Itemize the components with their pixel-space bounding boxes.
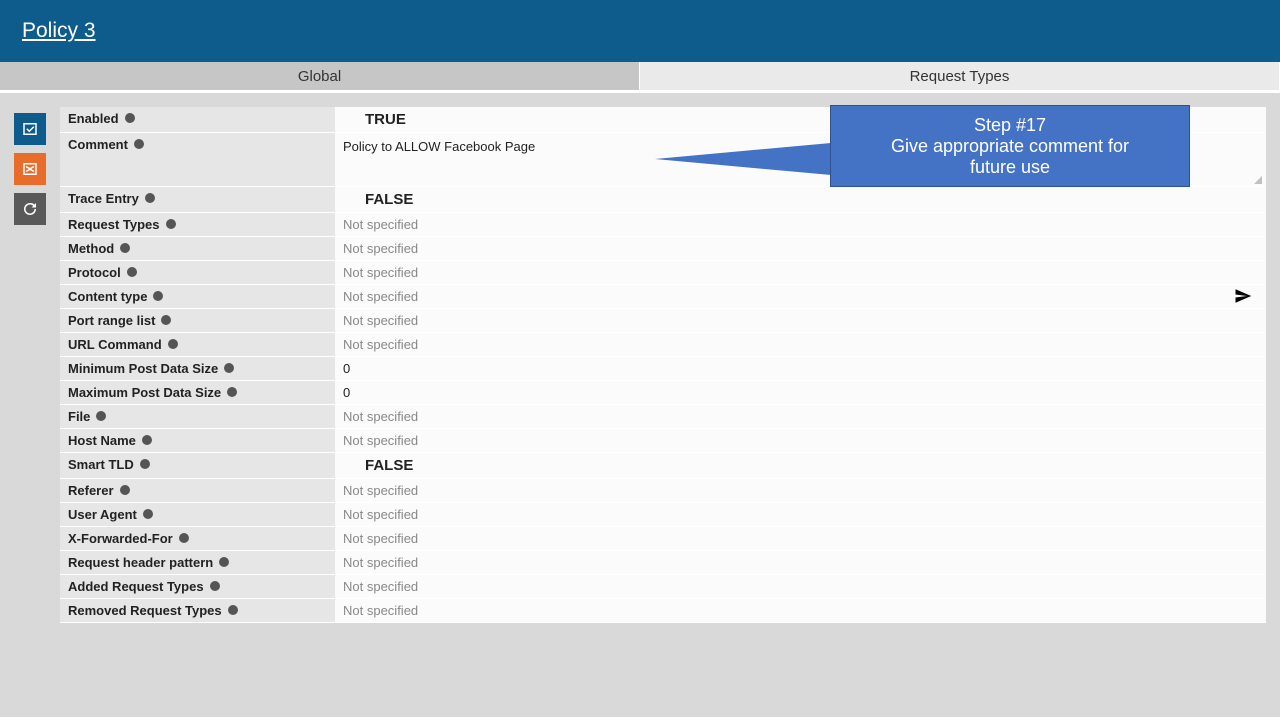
undo-button[interactable] [14, 193, 46, 225]
help-icon[interactable] [227, 387, 237, 397]
label-protocol: Protocol [60, 261, 335, 284]
tab-global[interactable]: Global [0, 62, 640, 90]
label-url-command: URL Command [60, 333, 335, 356]
undo-icon [21, 200, 39, 218]
callout-pointer [655, 143, 831, 175]
row-user-agent: User AgentNot specified [60, 503, 1266, 527]
label-request-types: Request Types [60, 213, 335, 236]
help-icon[interactable] [96, 411, 106, 421]
check-icon [21, 120, 39, 138]
row-x-forwarded-for: X-Forwarded-ForNot specified [60, 527, 1266, 551]
help-icon[interactable] [127, 267, 137, 277]
label-removed-req-types: Removed Request Types [60, 599, 335, 622]
value-max-post[interactable]: 0 [335, 381, 1266, 404]
row-host-name: Host NameNot specified [60, 429, 1266, 453]
resize-grip-icon[interactable] [1252, 174, 1262, 184]
row-req-header-pattern: Request header patternNot specified [60, 551, 1266, 575]
label-content-type: Content type [60, 285, 335, 308]
help-icon[interactable] [145, 193, 155, 203]
value-content-type[interactable]: Not specified [335, 285, 1266, 308]
label-enabled: Enabled [60, 107, 335, 132]
value-smart-tld[interactable]: FALSE [335, 453, 1266, 478]
cancel-button[interactable] [14, 153, 46, 185]
page-header: Policy 3 [0, 0, 1280, 62]
action-rail [0, 93, 60, 717]
row-min-post: Minimum Post Data Size0 [60, 357, 1266, 381]
label-min-post: Minimum Post Data Size [60, 357, 335, 380]
row-removed-req-types: Removed Request TypesNot specified [60, 599, 1266, 623]
label-trace-entry: Trace Entry [60, 187, 335, 212]
row-port-range-list: Port range listNot specified [60, 309, 1266, 333]
tab-request-types[interactable]: Request Types [640, 62, 1280, 90]
value-url-command[interactable]: Not specified [335, 333, 1266, 356]
help-icon[interactable] [153, 291, 163, 301]
label-port-range-list: Port range list [60, 309, 335, 332]
help-icon[interactable] [120, 485, 130, 495]
label-user-agent: User Agent [60, 503, 335, 526]
value-method[interactable]: Not specified [335, 237, 1266, 260]
value-file[interactable]: Not specified [335, 405, 1266, 428]
callout-line: Step #17 [974, 115, 1046, 136]
confirm-button[interactable] [14, 113, 46, 145]
value-user-agent[interactable]: Not specified [335, 503, 1266, 526]
value-host-name[interactable]: Not specified [335, 429, 1266, 452]
row-smart-tld: Smart TLDFALSE [60, 453, 1266, 479]
close-icon [21, 160, 39, 178]
label-file: File [60, 405, 335, 428]
help-icon[interactable] [125, 113, 135, 123]
help-icon[interactable] [143, 509, 153, 519]
label-smart-tld: Smart TLD [60, 453, 335, 478]
callout-line: Give appropriate comment for [891, 136, 1129, 157]
row-trace-entry: Trace EntryFALSE [60, 187, 1266, 213]
row-request-types: Request TypesNot specified [60, 213, 1266, 237]
callout-line: future use [970, 157, 1050, 178]
label-req-header-pattern: Request header pattern [60, 551, 335, 574]
row-method: MethodNot specified [60, 237, 1266, 261]
value-req-header-pattern[interactable]: Not specified [335, 551, 1266, 574]
label-method: Method [60, 237, 335, 260]
row-referer: RefererNot specified [60, 479, 1266, 503]
row-added-req-types: Added Request TypesNot specified [60, 575, 1266, 599]
value-trace-entry[interactable]: FALSE [335, 187, 1266, 212]
label-comment: Comment [60, 133, 335, 186]
row-file: FileNot specified [60, 405, 1266, 429]
help-icon[interactable] [219, 557, 229, 567]
help-icon[interactable] [179, 533, 189, 543]
help-icon[interactable] [228, 605, 238, 615]
value-removed-req-types[interactable]: Not specified [335, 599, 1266, 622]
value-request-types[interactable]: Not specified [335, 213, 1266, 236]
row-protocol: ProtocolNot specified [60, 261, 1266, 285]
label-host-name: Host Name [60, 429, 335, 452]
label-added-req-types: Added Request Types [60, 575, 335, 598]
label-x-forwarded-for: X-Forwarded-For [60, 527, 335, 550]
value-port-range-list[interactable]: Not specified [335, 309, 1266, 332]
help-icon[interactable] [166, 219, 176, 229]
help-icon[interactable] [120, 243, 130, 253]
help-icon[interactable] [140, 459, 150, 469]
value-x-forwarded-for[interactable]: Not specified [335, 527, 1266, 550]
label-max-post: Maximum Post Data Size [60, 381, 335, 404]
page-title: Policy 3 [22, 19, 96, 43]
main-panel: EnabledTRUECommentPolicy to ALLOW Facebo… [0, 90, 1280, 717]
row-url-command: URL CommandNot specified [60, 333, 1266, 357]
help-icon[interactable] [210, 581, 220, 591]
value-protocol[interactable]: Not specified [335, 261, 1266, 284]
help-icon[interactable] [142, 435, 152, 445]
paper-plane-icon[interactable] [1234, 287, 1252, 308]
tab-bar: Global Request Types [0, 62, 1280, 90]
label-referer: Referer [60, 479, 335, 502]
help-icon[interactable] [224, 363, 234, 373]
help-icon[interactable] [134, 139, 144, 149]
value-min-post[interactable]: 0 [335, 357, 1266, 380]
row-max-post: Maximum Post Data Size0 [60, 381, 1266, 405]
help-icon[interactable] [168, 339, 178, 349]
row-content-type: Content typeNot specified [60, 285, 1266, 309]
value-added-req-types[interactable]: Not specified [335, 575, 1266, 598]
value-referer[interactable]: Not specified [335, 479, 1266, 502]
step-callout: Step #17 Give appropriate comment for fu… [830, 105, 1190, 187]
help-icon[interactable] [161, 315, 171, 325]
